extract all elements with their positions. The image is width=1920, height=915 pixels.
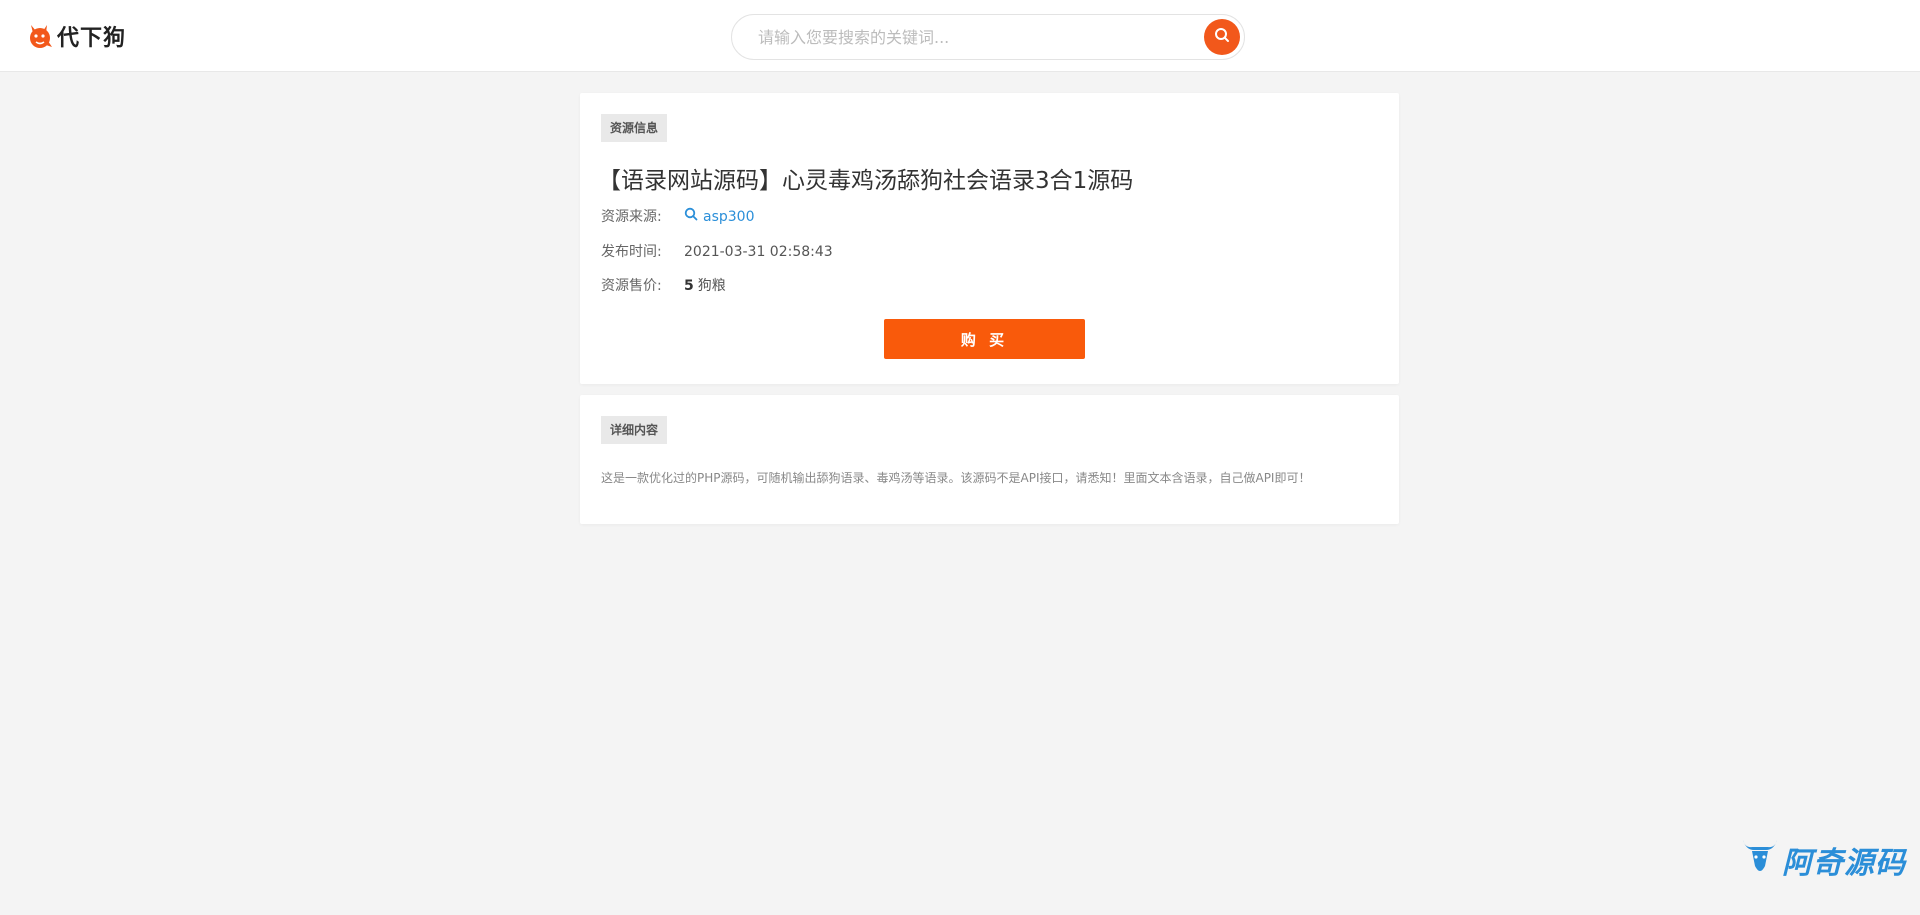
detail-card: 详细内容 这是一款优化过的PHP源码，可随机输出舔狗语录、毒鸡汤等语录。该源码不… <box>580 395 1399 524</box>
price-unit: 狗粮 <box>697 278 726 294</box>
source-row: 资源来源: asp300 <box>601 207 754 227</box>
section-tag-resource-info: 资源信息 <box>601 114 668 142</box>
source-label: 资源来源: <box>601 209 662 225</box>
watermark: 阿奇源码 <box>1740 836 1906 884</box>
search-icon <box>684 207 698 227</box>
bull-logo-icon <box>1740 836 1780 884</box>
publish-time-label: 发布时间: <box>601 244 662 260</box>
price-value-wrap: 5 狗粮 <box>684 276 726 296</box>
publish-time-value: 2021-03-31 02:58:43 <box>684 244 833 260</box>
dog-logo-icon <box>27 21 53 51</box>
buy-button[interactable]: 购 买 <box>884 319 1085 359</box>
price-row: 资源售价: 5 狗粮 <box>601 276 726 296</box>
source-value-wrap: asp300 <box>684 207 754 227</box>
price-label: 资源售价: <box>601 278 662 294</box>
source-link[interactable]: asp300 <box>684 207 754 227</box>
search-icon <box>1214 27 1230 47</box>
watermark-text: 阿奇源码 <box>1782 846 1906 881</box>
source-value: asp300 <box>703 209 755 225</box>
top-header: 代下狗 <box>0 0 1920 72</box>
price-value: 5 <box>684 278 694 294</box>
resource-title: 【语录网站源码】心灵毒鸡汤舔狗社会语录3合1源码 <box>598 168 1134 194</box>
logo-text: 代下狗 <box>57 26 127 51</box>
detail-description: 这是一款优化过的PHP源码，可随机输出舔狗语录、毒鸡汤等语录。该源码不是API接… <box>601 471 1311 485</box>
resource-info-card: 资源信息 【语录网站源码】心灵毒鸡汤舔狗社会语录3合1源码 资源来源: asp3… <box>580 93 1399 384</box>
publish-time-row: 发布时间: 2021-03-31 02:58:43 <box>601 242 833 262</box>
search-button[interactable] <box>1204 19 1240 55</box>
search-input[interactable] <box>756 15 1176 59</box>
section-tag-detail: 详细内容 <box>601 416 668 444</box>
search-box <box>731 14 1245 60</box>
site-logo[interactable]: 代下狗 <box>27 20 126 52</box>
